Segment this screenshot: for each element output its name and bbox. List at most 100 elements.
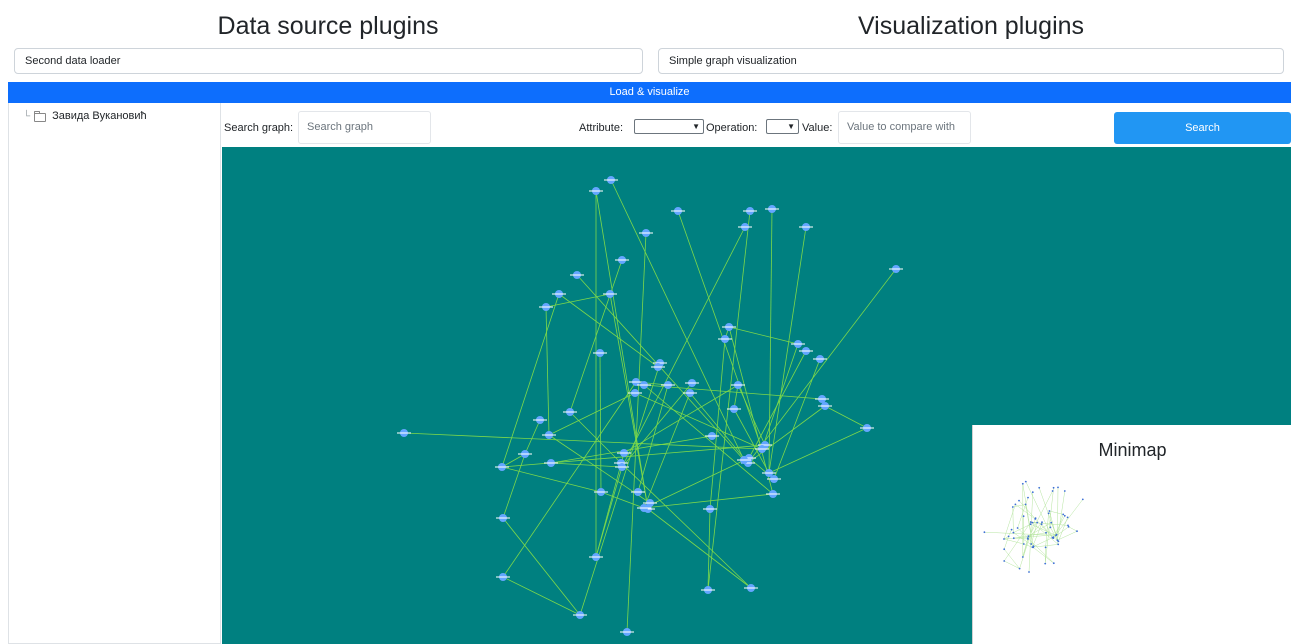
graph-edge: [558, 293, 659, 368]
minimap-node: [1057, 540, 1060, 543]
graph-node-label: [799, 226, 813, 228]
graph-node-label: [731, 384, 745, 386]
minimap-node: [1081, 498, 1084, 501]
attribute-select[interactable]: ▼: [634, 119, 704, 134]
graph-node-label: [615, 259, 629, 261]
minimap-node: [1024, 503, 1027, 506]
minimap-node: [1029, 523, 1032, 526]
minimap-node: [1050, 521, 1053, 524]
visualization-select[interactable]: Simple graph visualization: [658, 48, 1284, 74]
minimap-node: [1030, 543, 1033, 545]
minimap-node: [1063, 490, 1066, 492]
minimap-node: [1012, 531, 1015, 534]
minimap-node: [1011, 506, 1014, 508]
graph-node-label: [651, 366, 665, 368]
graph-edge: [773, 358, 821, 480]
graph-edge: [707, 210, 751, 591]
minimap-node: [1024, 480, 1027, 483]
graph-node-label: [631, 491, 645, 493]
graph-node-label: [737, 459, 751, 461]
attribute-label: Attribute:: [579, 122, 624, 134]
graph-node-label: [671, 210, 685, 212]
graph-edge: [824, 405, 868, 429]
minimap-edge: [1049, 510, 1064, 515]
value-input[interactable]: Value to compare with: [838, 111, 971, 144]
graph-node-label: [705, 435, 719, 437]
graph-node-label: [552, 293, 566, 295]
minimap-node: [1003, 548, 1006, 551]
graph-node-label: [544, 462, 558, 464]
graph-edge: [709, 338, 726, 510]
search-label: Search graph:: [224, 122, 294, 134]
graph-edge: [550, 462, 623, 468]
minimap-node: [1003, 560, 1006, 562]
minimap-node: [1052, 562, 1055, 565]
minimap-node: [1027, 538, 1029, 540]
search-input[interactable]: Search graph: [298, 111, 431, 144]
minimap-edge: [1013, 523, 1031, 533]
search-button[interactable]: Search: [1114, 112, 1291, 144]
minimap-node: [1063, 514, 1066, 517]
minimap-node: [1048, 510, 1051, 512]
graph-edge: [768, 427, 868, 474]
minimap-edge: [1068, 526, 1078, 532]
graph-node-label: [815, 398, 829, 400]
graph-node-label: [727, 408, 741, 410]
graph-edge: [595, 466, 623, 558]
minimap-node: [1062, 513, 1065, 516]
graph-node-label: [765, 208, 779, 210]
minimap-node: [1076, 530, 1078, 533]
minimap-node: [1038, 486, 1041, 489]
graph-node-label: [533, 419, 547, 421]
graph-edge: [599, 352, 602, 493]
graph-node-label: [594, 491, 608, 493]
graph-node-label: [496, 517, 510, 519]
graph-node-label: [762, 472, 776, 474]
graph-node-label: [639, 232, 653, 234]
load-visualize-button[interactable]: Load & visualize: [8, 82, 1291, 103]
minimap-node: [1029, 521, 1032, 523]
graph-node-label: [799, 350, 813, 352]
minimap-edge: [1028, 492, 1034, 573]
tree-node-root[interactable]: └ Завида Вукановић: [23, 110, 147, 122]
minimap-node: [1010, 528, 1013, 531]
graph-node-label: [744, 587, 758, 589]
data-source-select[interactable]: Second data loader: [14, 48, 643, 74]
graph-node-label: [758, 444, 772, 446]
tree-branch-line: └: [23, 110, 31, 122]
minimap-node: [1027, 496, 1029, 499]
graph-node-label: [661, 384, 675, 386]
graph-node-label: [397, 432, 411, 434]
graph-edge: [768, 226, 807, 474]
minimap-edge: [1004, 549, 1020, 569]
minimap-node: [1055, 534, 1057, 537]
minimap-node: [1016, 527, 1019, 529]
graph-node-label: [643, 502, 657, 504]
graph-node-label: [766, 493, 780, 495]
graph-edge: [634, 392, 763, 450]
minimap-node: [1032, 545, 1035, 548]
graph-edge: [501, 466, 602, 493]
minimap-node: [1003, 538, 1005, 540]
operation-select[interactable]: ▼: [766, 119, 799, 134]
minimap-node: [1067, 524, 1069, 527]
minimap-edge: [1004, 560, 1020, 569]
minimap-node: [1052, 486, 1055, 489]
minimap-node: [1044, 562, 1047, 565]
minimap-edge: [1013, 537, 1029, 540]
minimap-node: [1031, 491, 1034, 494]
value-label: Value:: [802, 122, 833, 134]
minimap-node: [1041, 521, 1043, 524]
graph-node-label: [563, 411, 577, 413]
folder-icon: [34, 110, 47, 122]
operation-label: Operation:: [706, 122, 758, 134]
graph-node-label: [818, 405, 832, 407]
minimap-edge: [1008, 529, 1012, 537]
graph-node-label: [755, 448, 769, 450]
minimap-node: [1031, 521, 1034, 524]
graph-edge: [620, 462, 752, 589]
graph-edge: [550, 435, 713, 464]
minimap-node: [1018, 567, 1021, 570]
minimap[interactable]: Minimap: [972, 425, 1292, 644]
graph-node-label: [589, 556, 603, 558]
